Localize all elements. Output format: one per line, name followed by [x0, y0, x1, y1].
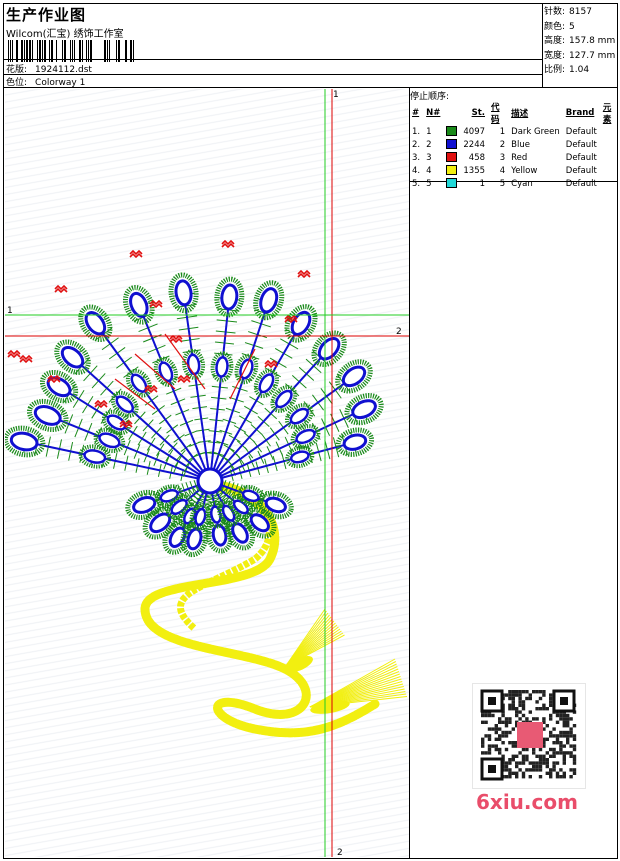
divider	[542, 3, 543, 88]
design-width: 宽度: 127.7 mm	[544, 50, 616, 61]
col-element: 元素	[602, 103, 612, 125]
stitch-count: 针数: 8157	[544, 7, 592, 17]
row-description: Cyan	[511, 178, 533, 189]
row-index: 1.	[412, 126, 421, 137]
row-index: 5.	[412, 178, 421, 189]
col-code: 代码	[491, 103, 500, 125]
row-stitches: 1	[479, 178, 486, 189]
row-n: 4	[426, 165, 432, 176]
design-canvas: 1 1 2 2	[5, 89, 409, 857]
row-stitches: 2244	[463, 139, 486, 150]
row-element	[600, 177, 620, 190]
row-index: 3.	[412, 152, 421, 163]
row-code: 2	[499, 139, 506, 150]
table-header-row: # N# St. 代码 描述 Brand 元素	[409, 101, 620, 125]
row-code: 4	[499, 165, 506, 176]
row-color-swatch	[443, 164, 460, 177]
row-color-swatch	[443, 177, 460, 190]
table-row: 4. 4 1355 4 Yellow Default	[409, 164, 620, 177]
design-height: 高度: 157.8 mm	[544, 36, 616, 47]
row-code: 5	[499, 178, 506, 189]
col-stitches: St.	[471, 108, 486, 118]
color-count: 颜色: 5	[544, 21, 575, 32]
divider	[3, 59, 542, 60]
color-swatch	[446, 126, 458, 137]
row-code: 1	[499, 126, 506, 137]
divider	[409, 87, 410, 859]
row-brand: Default	[565, 152, 597, 163]
row-n: 2	[426, 139, 432, 150]
col-index: #	[412, 108, 420, 118]
row-element	[600, 151, 620, 164]
row-description: Blue	[511, 139, 530, 150]
row-index: 2.	[412, 139, 421, 150]
row-element	[600, 164, 620, 177]
qr-code	[472, 683, 586, 789]
row-color-swatch	[443, 151, 460, 164]
row-index: 4.	[412, 165, 421, 176]
row-stitches: 4097	[463, 126, 486, 137]
color-swatch	[446, 178, 458, 189]
color-swatch	[446, 152, 458, 163]
row-brand: Default	[565, 139, 597, 150]
page-title: 生产作业图	[6, 6, 87, 24]
table-row: 3. 3 458 3 Red Default	[409, 151, 620, 164]
row-description: Red	[511, 152, 528, 163]
row-n: 1	[426, 126, 432, 137]
table-row: 2. 2 2244 2 Blue Default	[409, 138, 620, 151]
embroidery-preview: 1 1 2 2	[5, 89, 409, 857]
col-description: 描述	[511, 109, 529, 119]
guide-label-right: 2	[396, 327, 402, 337]
color-swatch	[446, 139, 458, 150]
row-description: Yellow	[511, 165, 538, 176]
col-color	[443, 101, 460, 125]
row-n: 5	[426, 178, 432, 189]
divider	[3, 74, 542, 75]
company-name: Wilcom(汇宝) 绣饰工作室	[6, 29, 124, 40]
guide-label-bottom: 2	[337, 848, 343, 857]
guide-label-left: 1	[7, 306, 13, 316]
row-stitches: 1355	[463, 165, 486, 176]
row-color-swatch	[443, 138, 460, 151]
row-brand: Default	[565, 126, 597, 137]
table-row: 1. 1 4097 1 Dark Green Default	[409, 125, 620, 138]
design-stats: 针数: 8157 颜色: 5 高度: 157.8 mm 宽度: 127.7 mm 比例:…	[544, 5, 615, 78]
stop-sequence-table: # N# St. 代码 描述 Brand 元素 1. 1 4097 1 Dark Gre…	[409, 101, 620, 190]
guide-label-top: 1	[333, 90, 339, 100]
row-element	[600, 138, 620, 151]
row-brand: Default	[565, 165, 597, 176]
col-brand: Brand	[565, 108, 595, 118]
row-color-swatch	[443, 125, 460, 138]
color-swatch	[446, 165, 458, 176]
design-scale: 比例: 1.04	[544, 65, 590, 76]
divider	[3, 87, 618, 88]
row-code: 3	[499, 152, 506, 163]
watermark: 6xiu.com	[476, 790, 578, 814]
row-n: 3	[426, 152, 432, 163]
row-element	[600, 125, 620, 138]
row-brand: Default	[565, 178, 597, 189]
col-n: N#	[426, 108, 441, 118]
row-description: Dark Green	[511, 126, 560, 137]
row-stitches: 458	[468, 152, 486, 163]
table-row: 5. 5 1 5 Cyan Default	[409, 177, 620, 190]
